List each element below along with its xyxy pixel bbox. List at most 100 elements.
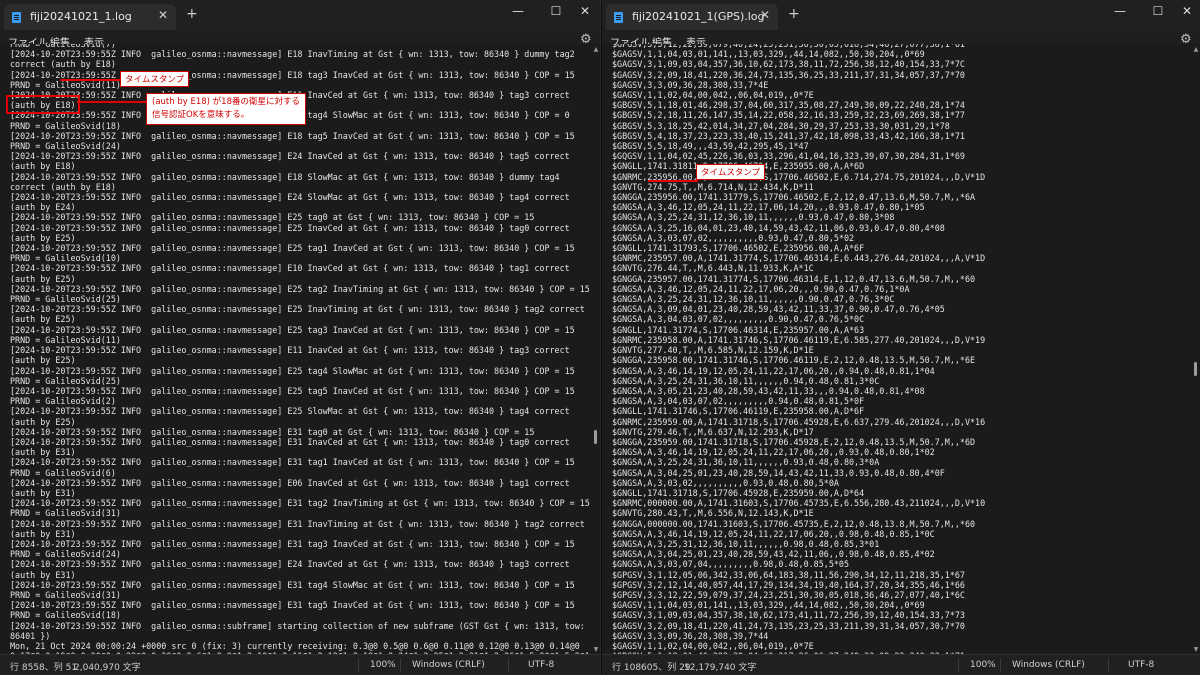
log-line: (auth by E25)	[10, 355, 76, 366]
log-line: $GNGGA,235957.00,1741.31774,S,17706.4631…	[612, 273, 976, 284]
log-line: PRND = GalileoSvid(18)	[10, 610, 121, 621]
scroll-down-icon[interactable]: ▼	[592, 646, 600, 653]
encoding[interactable]: UTF-8	[528, 660, 554, 670]
log-line: $GAGSV,1,1,04,03,01,141,,13,03,329,,44,1…	[612, 600, 925, 611]
scroll-down-icon[interactable]: ▼	[1192, 646, 1200, 653]
zoom-level[interactable]: 100%	[370, 660, 396, 670]
close-window-button[interactable]: ✕	[575, 4, 595, 18]
status-bar: 行 108605、列 29 12,179,740 文字 100% Windows…	[602, 654, 1200, 675]
auth-explanation-callout: (auth by E18) が18番の衛星に対する 信号認証OKを意味する。	[146, 93, 306, 125]
log-line: $GAGSV,3,2,09,18,41,220,36,24,73,135,36,…	[612, 69, 965, 80]
log-line: PRND = GalileoSvid(10)	[10, 253, 121, 264]
cursor-position: 行 108605、列 29	[612, 663, 691, 673]
log-line: (auth by E25)	[10, 273, 76, 284]
log-line: [2024-10-20T23:59:55Z INFO galileo_osnma…	[10, 192, 570, 203]
notepad-icon	[12, 12, 21, 23]
auth-arrow-line	[77, 101, 147, 103]
log-line: $GNGSA,A,3,46,14,19,12,05,24,11,22,17,06…	[612, 365, 935, 376]
log-line: $GNGSA,A,3,25,24,31,12,36,10,11,,,,,,0.9…	[612, 294, 895, 305]
log-line: $GNVTG,274.75,T,,M,6.714,N,12.434,K,D*11	[612, 181, 814, 192]
log-line: $GBGSV,5,5,18,49,,,43,59,42,295,45,1*47	[612, 141, 809, 152]
log-line: [2024-10-20T23:59:55Z INFO galileo_osnma…	[10, 243, 575, 254]
log-line: $GNGSA,A,3,25,24,31,12,36,10,11,,,,,,0.9…	[612, 212, 895, 223]
log-line: [2024-10-20T23:59:55Z INFO galileo_osnma…	[10, 365, 575, 376]
log-line: $GNGSA,A,3,25,31,12,36,10,11,,,,,,0.98,0…	[612, 538, 880, 549]
log-line: $GNVTG,279.46,T,,M,6.637,N,12.293,K,D*17	[612, 426, 814, 437]
log-line: [2024-10-20T23:59:55Z INFO galileo_osnma…	[10, 538, 575, 549]
tab-close-icon[interactable]: ✕	[158, 8, 168, 22]
log-line: PRND = GalileoSvid(25)	[10, 375, 121, 386]
log-line: $GNGSA,A,3,03,07,02,,,,,,,,,,0.93,0.47,0…	[612, 232, 855, 243]
log-line: PRND = GalileoSvid(24)	[10, 141, 121, 152]
vertical-scrollbar[interactable]: ▲ ▼	[1192, 44, 1200, 655]
log-line: $GNGSA,A,3,04,25,01,23,40,28,59,14,43,42…	[612, 467, 945, 478]
log-line: $GNGSA,A,3,46,14,19,12,05,24,11,22,17,06…	[612, 528, 935, 539]
scroll-thumb[interactable]	[594, 430, 597, 444]
log-line: [2024-10-20T23:59:55Z INFO galileo_osnma…	[10, 600, 575, 611]
log-line: [2024-10-20T23:59:55Z INFO galileo_osnma…	[10, 345, 570, 356]
log-line: PRND = GalileoSvid(25)	[10, 294, 121, 305]
log-line: PRND = GalileoSvid(2)	[10, 396, 116, 407]
maximize-button[interactable]: ☐	[546, 4, 566, 18]
scroll-thumb[interactable]	[1194, 362, 1197, 376]
tab-close-icon[interactable]: ✕	[760, 8, 770, 22]
log-line: $GNGLL,1741.31774,S,17706.46314,E,235957…	[612, 324, 865, 335]
text-editor[interactable]: $GPGSV,3,3,12,22,59,079,40,24,23,251,36,…	[602, 44, 1192, 655]
new-tab-button[interactable]: +	[186, 6, 198, 22]
close-window-button[interactable]: ✕	[1177, 4, 1197, 18]
log-line: (auth by E31)	[10, 528, 76, 539]
log-line: (auth by E31)	[10, 447, 76, 458]
line-ending[interactable]: Windows (CRLF)	[1012, 660, 1085, 670]
log-line: [2024-10-20T23:59:55Z INFO galileo_osnma…	[10, 263, 570, 274]
status-divider	[508, 658, 509, 672]
log-line: $GNGSA,A,3,03,07,04,,,,,,,,,0.98,0.48,0.…	[612, 559, 849, 570]
log-line: (auth by E31)	[10, 569, 76, 580]
log-line: $GNGSA,A,3,04,03,07,02,,,,,,,,,0.94,0.48…	[612, 396, 865, 407]
log-line: $GNGSA,A,3,03,02,,,,,,,,,,0.93,0.48,0.80…	[612, 477, 839, 488]
scroll-up-icon[interactable]: ▲	[592, 46, 600, 53]
new-tab-button[interactable]: +	[788, 6, 800, 22]
log-line: $GNGSA,A,3,25,16,04,01,23,40,14,59,43,42…	[612, 222, 945, 233]
log-line: correct (auth by E18)	[10, 181, 116, 192]
file-tab[interactable]: fiji20241021_1.log ✕	[4, 4, 176, 30]
log-line: $GQGSV,1,1,04,02,45,226,36,03,33,296,41,…	[612, 151, 965, 162]
status-divider	[358, 658, 359, 672]
log-line: $GNGLL,1741.31718,S,17706.45928,E,235959…	[612, 487, 865, 498]
vertical-scrollbar[interactable]: ▲ ▼	[592, 44, 600, 655]
cursor-position: 行 8558、列 51	[10, 663, 78, 673]
log-line: [2024-10-20T23:59:55Z INFO galileo_osnma…	[10, 579, 575, 590]
timestamp-callout: タイムスタンプ	[696, 164, 766, 180]
tab-title: fiji20241021_1(GPS).log	[632, 10, 765, 23]
log-line: $GAGSV,3,3,09,36,28,308,39,7*44	[612, 630, 769, 641]
log-line: PRND = GalileoSvid(11)	[10, 334, 121, 345]
log-line: $GAGSV,3,1,09,03,04,357,36,10,62,173,38,…	[612, 59, 965, 70]
log-line: $GNGSA,A,3,04,03,07,02,,,,,,,,,0.90,0.47…	[612, 314, 865, 325]
log-line: [2024-10-20T23:59:55Z INFO galileo_osnma…	[10, 130, 575, 141]
encoding[interactable]: UTF-8	[1128, 660, 1154, 670]
log-line: (auth by E25)	[10, 232, 76, 243]
log-line: $GAGSV,3,2,09,18,41,220,41,24,73,135,23,…	[612, 620, 965, 631]
status-divider	[958, 658, 959, 672]
file-tab[interactable]: fiji20241021_1(GPS).log ✕	[606, 4, 778, 30]
log-line: [2024-10-20T23:59:55Z INFO galileo_osnma…	[10, 406, 570, 417]
notepad-icon	[614, 12, 623, 23]
text-editor[interactable]: PRND = GalileoSvid(7) [2024-10-20T23:59:5…	[0, 44, 592, 655]
log-line: $GPGSV,3,3,12,22,59,079,37,24,23,251,30,…	[612, 589, 965, 600]
log-line: $GAGSV,3,1,09,03,04,357,38,10,62,173,41,…	[612, 610, 965, 621]
log-line: correct (auth by E18)	[10, 59, 116, 70]
auth-explanation-line-2: 信号認証OKを意味する。	[152, 110, 250, 120]
line-ending[interactable]: Windows (CRLF)	[412, 660, 485, 670]
maximize-button[interactable]: ☐	[1148, 4, 1168, 18]
scroll-up-icon[interactable]: ▲	[1192, 46, 1200, 53]
log-line: $GAGSV,3,3,09,36,28,308,33,7*4E	[612, 79, 769, 90]
status-bar: 行 8558、列 51 2,040,970 文字 100% Windows (C…	[0, 654, 600, 675]
status-divider	[1000, 658, 1001, 672]
notepad-window-right: fiji20241021_1(GPS).log ✕ + — ☐ ✕ ファイル 編…	[602, 0, 1200, 675]
minimize-button[interactable]: —	[508, 4, 528, 18]
log-line: $GNGSA,A,3,25,24,31,36,10,11,,,,,,0.94,0…	[612, 375, 880, 386]
minimize-button[interactable]: —	[1110, 4, 1130, 18]
status-divider	[1108, 658, 1109, 672]
timestamp-callout: タイムスタンプ	[120, 71, 190, 87]
zoom-level[interactable]: 100%	[970, 660, 996, 670]
log-line: [2024-10-20T23:59:55Z INFO galileo_osnma…	[10, 212, 535, 223]
